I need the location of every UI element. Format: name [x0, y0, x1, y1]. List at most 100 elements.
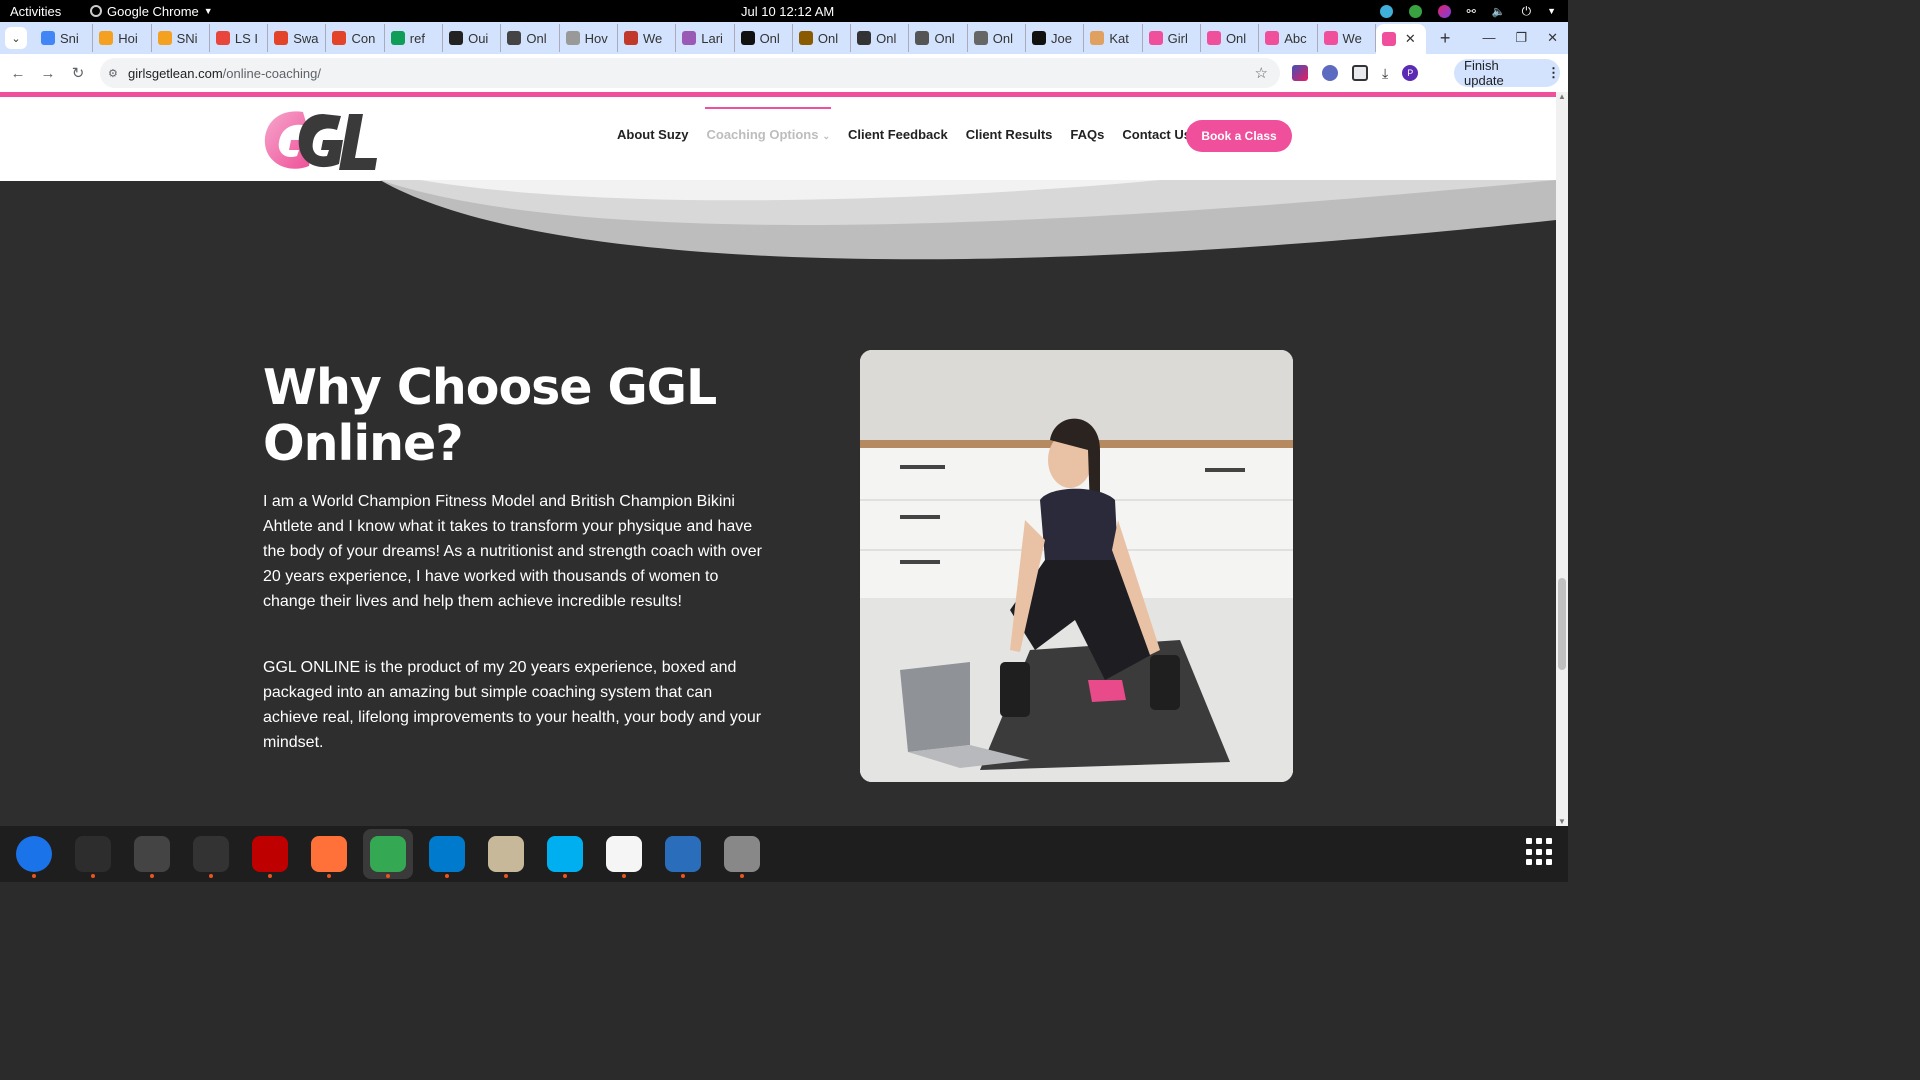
dock-item-disks[interactable] [717, 829, 767, 879]
app-menu-label: Google Chrome [107, 3, 199, 19]
back-icon[interactable]: ← [3, 65, 33, 82]
clock[interactable]: Jul 10 12:12 AM [741, 4, 834, 19]
site-info-icon[interactable]: ⚙ [108, 67, 122, 80]
browser-tab[interactable]: Abc [1259, 24, 1318, 52]
book-a-class-button[interactable]: Book a Class [1186, 120, 1292, 152]
scroll-up-icon[interactable]: ▲ [1558, 92, 1566, 101]
running-indicator [91, 874, 95, 878]
browser-tab[interactable]: We [618, 24, 677, 52]
gear-extension-icon[interactable] [1322, 65, 1338, 81]
pen-extension-icon[interactable] [1292, 65, 1308, 81]
nav-client-feedback[interactable]: Client Feedback [848, 127, 948, 142]
favicon [857, 31, 872, 45]
system-top-bar: Activities Google Chrome ▼ Jul 10 12:12 … [0, 0, 1568, 22]
filezilla-icon [252, 836, 288, 872]
network-icon[interactable]: ⚯ [1467, 5, 1476, 18]
dock-item-filezilla[interactable] [245, 829, 295, 879]
dock-item-system-monitor[interactable] [186, 829, 236, 879]
favicon [215, 31, 230, 45]
ggl-logo[interactable] [263, 108, 379, 172]
page-scrollbar[interactable]: ▲ ▼ [1556, 92, 1568, 826]
nav-about-suzy[interactable]: About Suzy [617, 127, 689, 142]
browser-tab[interactable]: Hoi [93, 24, 152, 52]
browser-tab[interactable]: Girl [1143, 24, 1201, 52]
browser-tab[interactable]: LS I [210, 24, 269, 52]
browser-tab[interactable]: Oui [443, 24, 502, 52]
nav-coaching-label: Coaching Options [706, 127, 819, 142]
favicon [740, 31, 755, 45]
activities-button[interactable]: Activities [10, 4, 61, 19]
dock-item-skype[interactable] [540, 829, 590, 879]
close-tab-icon[interactable]: ✕ [1405, 31, 1416, 47]
browser-tab[interactable]: Onl [735, 24, 793, 52]
puzzle-icon[interactable] [1352, 65, 1368, 81]
tray-app-icon[interactable] [1379, 4, 1393, 18]
nav-contact-us[interactable]: Contact Us [1122, 127, 1191, 142]
browser-tab[interactable]: Kat [1084, 24, 1143, 52]
download-icon[interactable]: ⤓ [1382, 65, 1388, 82]
browser-tab[interactable]: Onl [501, 24, 560, 52]
browser-tab[interactable]: Onl [909, 24, 968, 52]
dock-item-document-viewer[interactable] [658, 829, 708, 879]
new-tab-button[interactable]: + [1440, 28, 1451, 49]
browser-tab[interactable]: Onl [1201, 24, 1260, 52]
nav-client-results[interactable]: Client Results [966, 127, 1053, 142]
favicon [1265, 31, 1280, 45]
tab-search-button[interactable]: ⌄ [5, 27, 27, 49]
scrollbar-thumb[interactable] [1558, 578, 1566, 670]
minimize-icon[interactable]: — [1482, 30, 1495, 46]
text-editor-icon [606, 836, 642, 872]
finish-update-button[interactable]: Finish update ⋮ [1454, 58, 1560, 88]
nav-coaching-options[interactable]: Coaching Options ⌄ [704, 107, 831, 142]
dock-item-files[interactable] [481, 829, 531, 879]
caret-down-icon: ▼ [203, 6, 213, 16]
close-window-icon[interactable]: ✕ [1547, 30, 1558, 46]
browser-tab[interactable]: Swa [268, 24, 327, 52]
tab-label: We [642, 30, 663, 46]
nav-faqs[interactable]: FAQs [1070, 127, 1104, 142]
url-text: girlsgetlean.com/online-coaching/ [128, 66, 321, 81]
volume-icon[interactable]: 🔈 [1492, 5, 1506, 18]
bookmark-star-icon[interactable]: ☆ [1255, 64, 1268, 82]
tab-label: SNi [176, 30, 198, 46]
address-bar[interactable]: ⚙ girlsgetlean.com/online-coaching/ ☆ [100, 58, 1280, 88]
tab-label: Sni [60, 30, 79, 46]
forward-icon[interactable]: → [33, 65, 63, 82]
browser-tab[interactable]: Onl [793, 24, 852, 52]
dock-item-chrome[interactable] [363, 829, 413, 879]
app-menu[interactable]: Google Chrome ▼ [90, 4, 213, 19]
favicon [507, 31, 522, 45]
tray-color-icon[interactable] [1437, 4, 1451, 18]
browser-tab[interactable]: SNi [152, 24, 210, 52]
browser-tab[interactable]: Lari [676, 24, 735, 52]
firefox-icon [311, 836, 347, 872]
scroll-down-icon[interactable]: ▼ [1558, 817, 1566, 826]
dock-item-terminal[interactable] [68, 829, 118, 879]
power-icon[interactable]: ⏻ [1522, 4, 1532, 19]
browser-tab[interactable]: Joe [1026, 24, 1085, 52]
browser-tab[interactable]: Sni [35, 24, 94, 52]
browser-tab[interactable]: ref [385, 24, 444, 52]
dock-item-thunderbird[interactable] [9, 829, 59, 879]
dock-item-vscode[interactable] [422, 829, 472, 879]
extensions-area: ⤓ P [1292, 65, 1419, 82]
favicon [41, 31, 55, 45]
restore-icon[interactable]: ❐ [1515, 30, 1527, 46]
dock-item-calculator[interactable] [127, 829, 177, 879]
browser-tab[interactable]: Hov [560, 24, 618, 52]
browser-tab[interactable]: We [1318, 24, 1376, 52]
show-apps-icon[interactable] [1526, 838, 1554, 866]
more-menu-icon: ⋮ [1547, 65, 1560, 80]
tab-active[interactable]: ✕ [1375, 24, 1426, 54]
favicon [449, 31, 464, 45]
browser-tab[interactable]: Onl [851, 24, 910, 52]
dock-item-firefox[interactable] [304, 829, 354, 879]
reload-icon[interactable]: ↻ [63, 64, 93, 82]
browser-tab[interactable]: Con [326, 24, 385, 52]
profile-avatar[interactable]: P [1402, 65, 1419, 81]
caret-down-icon[interactable]: ▼ [1547, 6, 1556, 16]
browser-tab[interactable]: Onl [968, 24, 1027, 52]
dock-item-text-editor[interactable] [599, 829, 649, 879]
tab-label: Joe [1051, 30, 1073, 46]
tray-check-icon[interactable] [1408, 4, 1422, 18]
